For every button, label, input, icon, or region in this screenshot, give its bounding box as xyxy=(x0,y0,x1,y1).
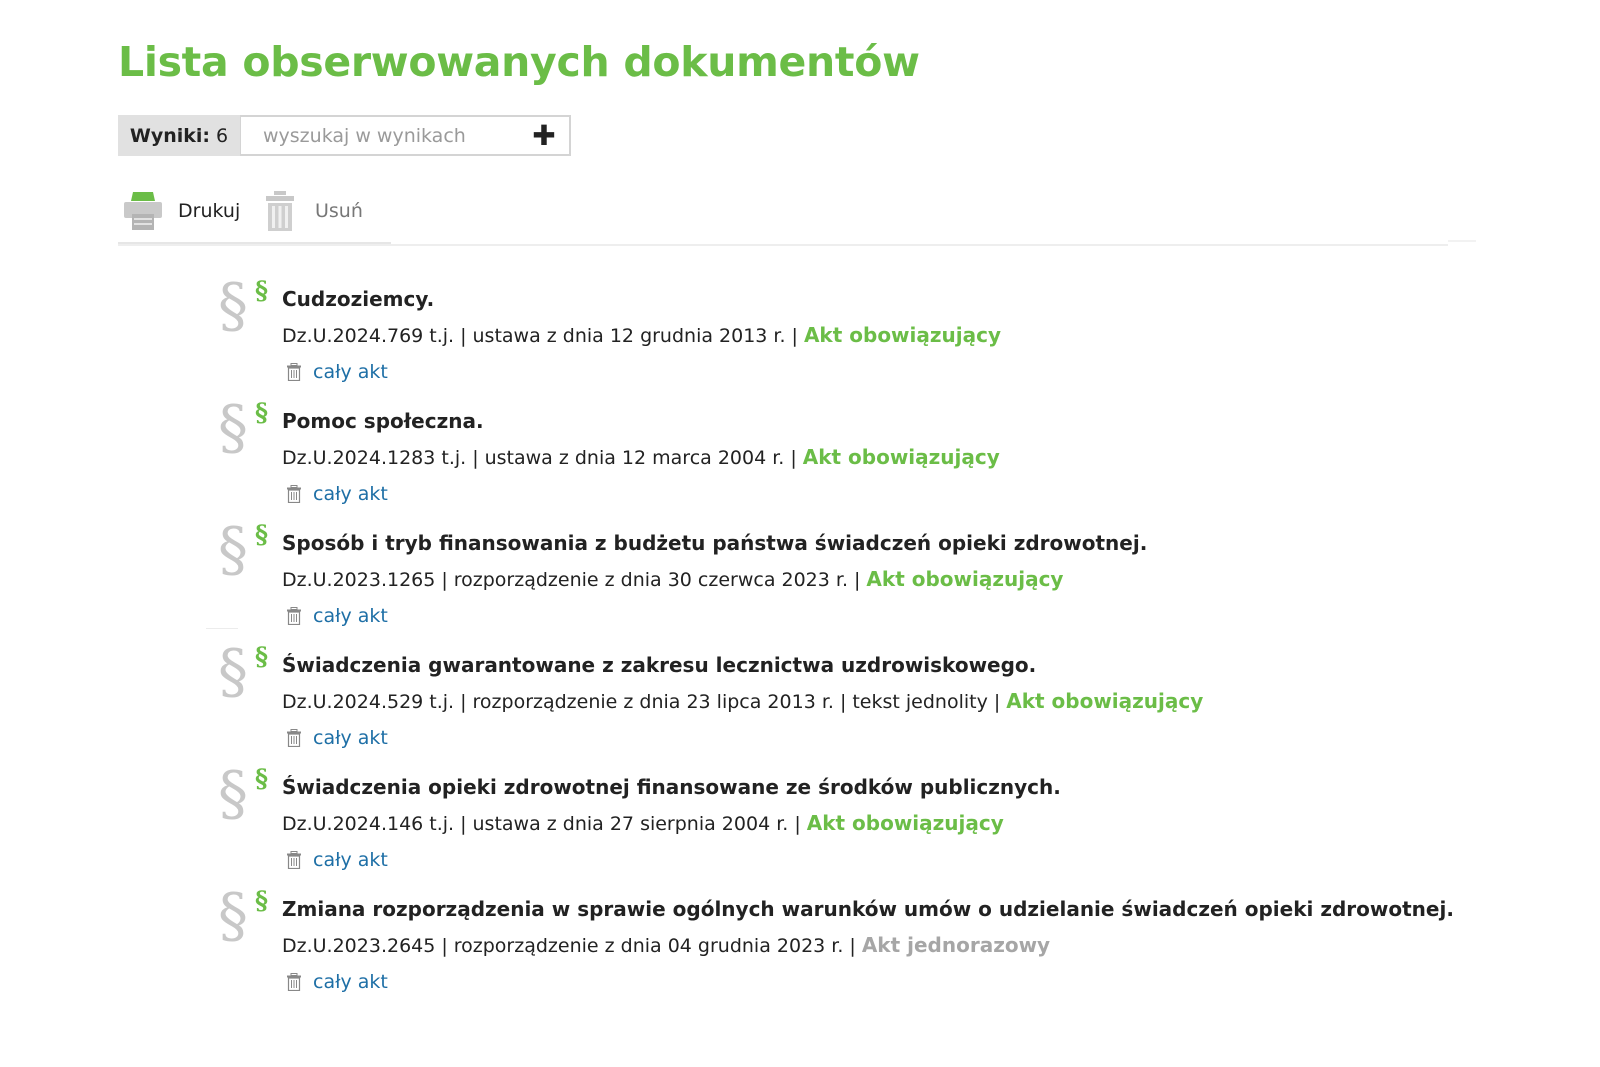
trash-icon[interactable] xyxy=(286,973,302,991)
document-desc: ustawa z dnia 27 sierpnia 2004 r. xyxy=(472,813,789,835)
document-item: § § Pomoc społeczna. Dz.U.2024.1283 t.j.… xyxy=(218,398,1518,524)
print-button[interactable]: Drukuj xyxy=(118,180,255,246)
document-title[interactable]: Świadczenia gwarantowane z zakresu leczn… xyxy=(282,653,1036,677)
document-item: § § Cudzoziemcy. Dz.U.2024.769 t.j. | usta… xyxy=(218,276,1518,402)
document-desc: rozporządzenie z dnia 23 lipca 2013 r. xyxy=(472,691,834,713)
section-icon: § xyxy=(218,637,248,707)
document-item: § § Zmiana rozporządzenia w sprawie ogól… xyxy=(218,886,1518,1012)
delete-button[interactable]: Usuń xyxy=(255,180,391,246)
document-meta: Dz.U.2024.1283 t.j. | ustawa z dnia 12 mar… xyxy=(282,445,1000,469)
document-desc: ustawa z dnia 12 grudnia 2013 r. xyxy=(472,325,786,347)
document-actions: cały akt xyxy=(286,727,388,749)
results-bar: Wyniki: 6 ✚ xyxy=(118,115,571,156)
document-item: § § Świadczenia gwarantowane z zakresu l… xyxy=(218,642,1518,768)
section-small-icon: § xyxy=(255,886,269,915)
page-title: Lista obserwowanych dokumentów xyxy=(118,38,920,86)
document-item: § § Świadczenia opieki zdrowotnej finans… xyxy=(218,764,1518,890)
section-icon: § xyxy=(218,881,248,951)
results-value: 6 xyxy=(216,124,229,147)
document-ref: Dz.U.2024.146 t.j. xyxy=(282,813,455,835)
document-status: Akt jednorazowy xyxy=(861,933,1051,957)
document-ref: Dz.U.2023.1265 xyxy=(282,569,436,591)
document-ref: Dz.U.2023.2645 xyxy=(282,935,436,957)
trash-icon[interactable] xyxy=(286,485,302,503)
delete-label: Usuń xyxy=(315,200,363,222)
document-actions: cały akt xyxy=(286,605,388,627)
document-meta: Dz.U.2023.1265 | rozporządzenie z dnia 30 … xyxy=(282,567,1064,591)
section-small-icon: § xyxy=(255,398,269,427)
section-icon: § xyxy=(218,515,248,585)
plus-icon[interactable]: ✚ xyxy=(519,118,569,154)
trash-icon[interactable] xyxy=(286,729,302,747)
document-status: Akt obowiązujący xyxy=(1006,689,1204,713)
whole-act-link[interactable]: cały akt xyxy=(313,483,388,505)
section-small-icon: § xyxy=(255,276,269,305)
trash-icon[interactable] xyxy=(286,851,302,869)
toolbar: Drukuj Usuń xyxy=(118,180,1476,246)
document-status: Akt obowiązujący xyxy=(806,811,1004,835)
printer-icon xyxy=(122,190,164,232)
document-extra: tekst jednolity xyxy=(852,691,988,713)
document-item: § § Sposób i tryb finansowania z budżetu… xyxy=(218,520,1518,646)
document-title[interactable]: Świadczenia opieki zdrowotnej finansowan… xyxy=(282,775,1061,799)
document-meta: Dz.U.2023.2645 | rozporządzenie z dnia 04 … xyxy=(282,933,1051,957)
results-count: Wyniki: 6 xyxy=(118,115,240,156)
document-title[interactable]: Zmiana rozporządzenia w sprawie ogólnych… xyxy=(282,897,1454,921)
divider xyxy=(206,628,238,629)
section-small-icon: § xyxy=(255,764,269,793)
document-desc: rozporządzenie z dnia 30 czerwca 2023 r. xyxy=(453,569,849,591)
trash-icon[interactable] xyxy=(286,607,302,625)
document-meta: Dz.U.2024.529 t.j. | rozporządzenie z dnia… xyxy=(282,689,1204,713)
document-title[interactable]: Sposób i tryb finansowania z budżetu pań… xyxy=(282,531,1147,555)
document-list: § § Cudzoziemcy. Dz.U.2024.769 t.j. | usta… xyxy=(218,276,1518,1012)
document-actions: cały akt xyxy=(286,849,388,871)
document-desc: ustawa z dnia 12 marca 2004 r. xyxy=(484,447,785,469)
section-icon: § xyxy=(218,393,248,463)
trash-icon xyxy=(265,190,295,232)
section-small-icon: § xyxy=(255,520,269,549)
search-box: ✚ xyxy=(240,115,571,156)
document-status: Akt obowiązujący xyxy=(803,323,1002,347)
trash-icon[interactable] xyxy=(286,363,302,381)
document-title[interactable]: Cudzoziemcy. xyxy=(282,287,434,311)
document-actions: cały akt xyxy=(286,361,388,383)
section-icon: § xyxy=(218,271,248,341)
document-actions: cały akt xyxy=(286,971,388,993)
search-input[interactable] xyxy=(241,117,519,154)
document-ref: Dz.U.2024.1283 t.j. xyxy=(282,447,467,469)
whole-act-link[interactable]: cały akt xyxy=(313,605,388,627)
document-ref: Dz.U.2024.769 t.j. xyxy=(282,325,455,347)
toolbar-divider xyxy=(118,244,1448,246)
section-small-icon: § xyxy=(255,642,269,671)
document-status: Akt obowiązujący xyxy=(866,567,1064,591)
whole-act-link[interactable]: cały akt xyxy=(313,849,388,871)
document-status: Akt obowiązujący xyxy=(802,445,1000,469)
results-label: Wyniki: xyxy=(129,124,211,147)
document-title[interactable]: Pomoc społeczna. xyxy=(282,409,484,433)
document-meta: Dz.U.2024.146 t.j. | ustawa z dnia 27 sier… xyxy=(282,811,1004,835)
whole-act-link[interactable]: cały akt xyxy=(313,361,388,383)
whole-act-link[interactable]: cały akt xyxy=(313,727,388,749)
print-label: Drukuj xyxy=(178,200,241,222)
document-desc: rozporządzenie z dnia 04 grudnia 2023 r. xyxy=(453,935,844,957)
document-actions: cały akt xyxy=(286,483,388,505)
toolbar-divider-end xyxy=(1448,240,1476,242)
whole-act-link[interactable]: cały akt xyxy=(313,971,388,993)
document-meta: Dz.U.2024.769 t.j. | ustawa z dnia 12 grud… xyxy=(282,323,1002,347)
section-icon: § xyxy=(218,759,248,829)
document-ref: Dz.U.2024.529 t.j. xyxy=(282,691,455,713)
